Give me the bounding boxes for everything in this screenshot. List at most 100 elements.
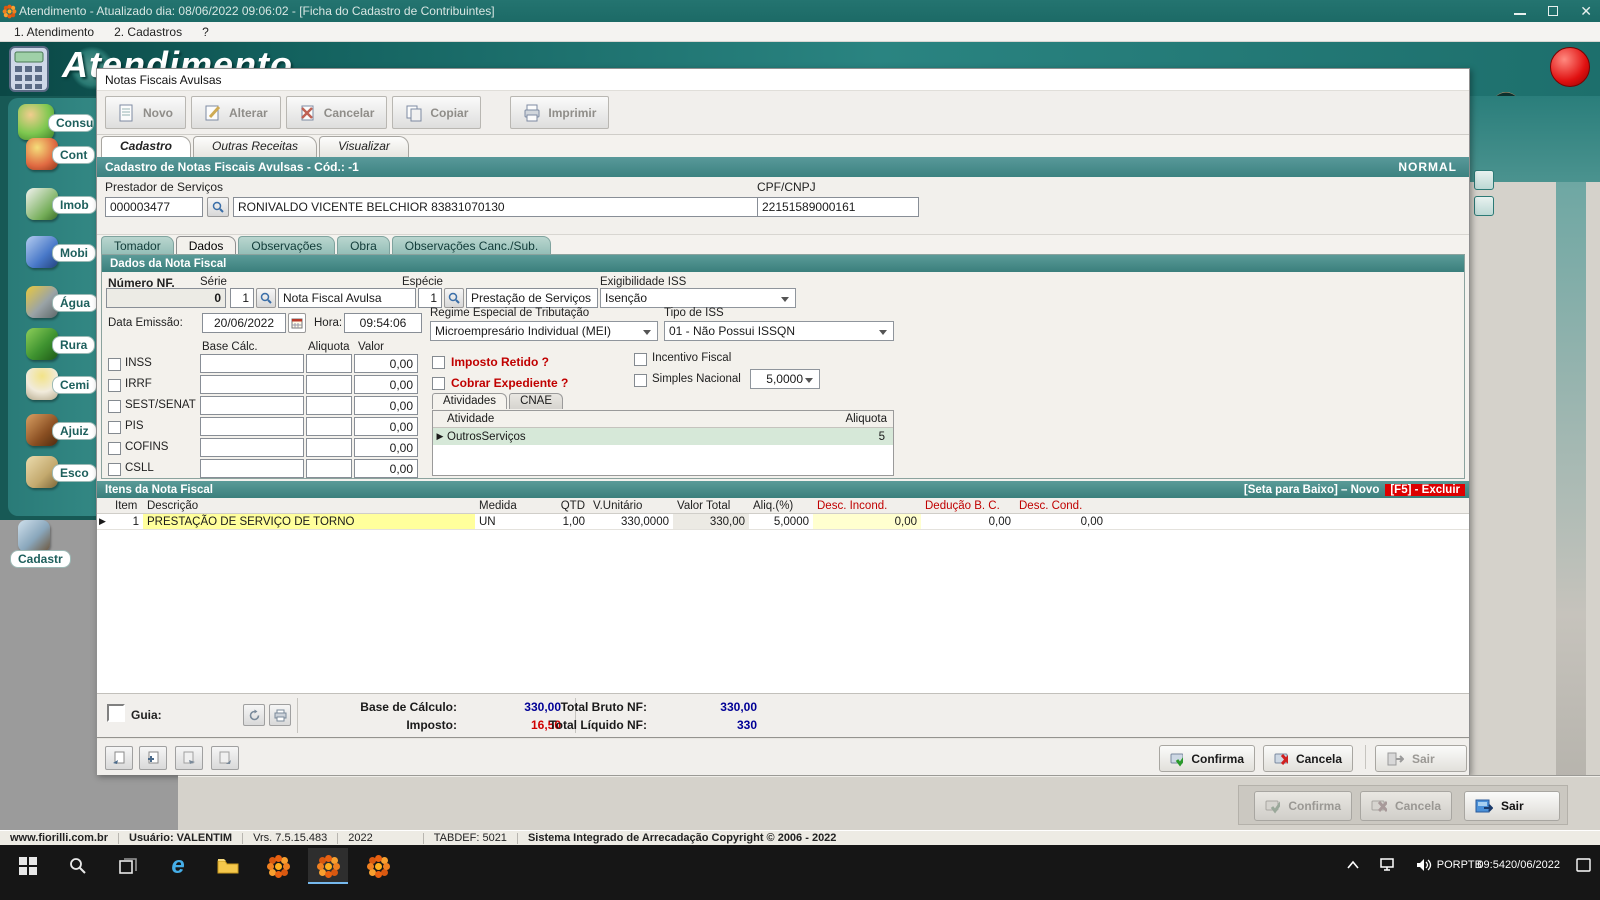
sidebar-item-contribuinte[interactable]: Cont — [0, 138, 100, 178]
minimize-button[interactable] — [1514, 7, 1526, 15]
start-button[interactable] — [8, 848, 48, 884]
pis-aliquota-input[interactable] — [306, 417, 352, 436]
prestador-code-input[interactable]: 000003477 — [105, 197, 203, 217]
csll-valor-input[interactable]: 0,00 — [354, 459, 418, 478]
inss-valor-input[interactable]: 0,00 — [354, 354, 418, 373]
cofins-aliquota-input[interactable] — [306, 438, 352, 457]
tab-observacoes[interactable]: Observações — [238, 236, 335, 255]
file-explorer-button[interactable] — [208, 848, 248, 884]
exit-orb-button[interactable] — [1550, 47, 1590, 87]
tab-cnae[interactable]: CNAE — [509, 393, 563, 409]
serie-input[interactable]: 1 — [230, 288, 254, 308]
sidebar-item-cemiterio[interactable]: Cemi — [0, 368, 100, 408]
hora-input[interactable]: 09:54:06 — [344, 313, 422, 333]
irrf-valor-input[interactable]: 0,00 — [354, 375, 418, 394]
irrf-checkbox[interactable] — [108, 379, 121, 392]
alterar-button[interactable]: Alterar — [191, 96, 281, 129]
regime-select[interactable]: Microempresário Individual (MEI) — [430, 321, 658, 341]
especie-search-button[interactable] — [444, 288, 464, 308]
record-nav-button-4[interactable] — [211, 746, 239, 770]
cpf-cnpj-input[interactable]: 22151589000161 — [757, 197, 919, 217]
fiorilli-app-button-1[interactable] — [258, 848, 298, 884]
atividade-row[interactable]: ▶ OutrosServiços 5 — [433, 428, 893, 445]
close-button[interactable]: ✕ — [1580, 3, 1592, 20]
irrf-base-input[interactable] — [200, 375, 304, 394]
numero-nf-input[interactable]: 0 — [106, 288, 226, 308]
taskbar-search-button[interactable] — [58, 848, 98, 884]
prestador-search-button[interactable] — [207, 197, 229, 217]
inss-aliquota-input[interactable] — [306, 354, 352, 373]
serie-desc-input[interactable]: Nota Fiscal Avulsa — [278, 288, 416, 308]
task-view-button[interactable] — [108, 848, 148, 884]
quick-list-icon[interactable] — [1474, 196, 1494, 216]
tipo-iss-select[interactable]: 01 - Não Possui ISSQN — [664, 321, 894, 341]
refresh-guia-button[interactable] — [243, 704, 265, 726]
csll-base-input[interactable] — [200, 459, 304, 478]
imprimir-button[interactable]: Imprimir — [510, 96, 609, 129]
csll-aliquota-input[interactable] — [306, 459, 352, 478]
fiorilli-app-button-3[interactable] — [358, 848, 398, 884]
imposto-retido-checkbox[interactable] — [432, 356, 445, 369]
tray-chevron-button[interactable] — [1346, 845, 1360, 885]
irrf-aliquota-input[interactable] — [306, 375, 352, 394]
menu-atendimento[interactable]: 1. Atendimento — [6, 24, 102, 40]
tab-cadastro[interactable]: Cadastro — [101, 136, 191, 157]
pis-checkbox[interactable] — [108, 421, 121, 434]
prestador-name-input[interactable]: RONIVALDO VICENTE BELCHIOR 83831070130 — [233, 197, 765, 217]
simples-nacional-checkbox[interactable] — [634, 374, 647, 387]
record-nav-button-3[interactable] — [175, 746, 203, 770]
sidebar-item-ajuizamento[interactable]: Ajuiz — [0, 414, 100, 454]
sidebar-item-agua[interactable]: Água — [0, 286, 100, 326]
simples-aliquota-select[interactable]: 5,0000 — [750, 369, 820, 389]
outer-cancela-button[interactable]: Cancela — [1360, 791, 1452, 821]
tab-dados[interactable]: Dados — [176, 236, 237, 255]
confirma-button[interactable]: Confirma — [1159, 745, 1255, 772]
incentivo-fiscal-checkbox[interactable] — [634, 353, 647, 366]
inss-checkbox[interactable] — [108, 358, 121, 371]
sidebar-item-cadastro[interactable]: Cadastr — [0, 520, 100, 560]
sest-senat-valor-input[interactable]: 0,00 — [354, 396, 418, 415]
tab-visualizar[interactable]: Visualizar — [319, 136, 409, 157]
tab-atividades[interactable]: Atividades — [432, 393, 507, 409]
csll-checkbox[interactable] — [108, 463, 121, 476]
calendar-button[interactable] — [288, 313, 306, 333]
pis-valor-input[interactable]: 0,00 — [354, 417, 418, 436]
volume-tray-button[interactable] — [1416, 845, 1434, 885]
notification-center-button[interactable] — [1576, 845, 1592, 885]
sidebar-item-imobiliario[interactable]: Imob — [0, 188, 100, 228]
sest-senat-aliquota-input[interactable] — [306, 396, 352, 415]
sidebar-item-rural[interactable]: Rura — [0, 328, 100, 368]
maximize-button[interactable] — [1548, 6, 1558, 16]
tab-obra[interactable]: Obra — [337, 236, 390, 255]
cofins-checkbox[interactable] — [108, 442, 121, 455]
especie-input[interactable]: 1 — [418, 288, 442, 308]
tab-tomador[interactable]: Tomador — [101, 236, 174, 255]
language-indicator[interactable]: POR PTB — [1437, 845, 1482, 885]
cofins-base-input[interactable] — [200, 438, 304, 457]
record-nav-button-1[interactable] — [105, 746, 133, 770]
item-row[interactable]: ▶ 1 PRESTAÇÃO DE SERVIÇO DE TORNO UN 1,0… — [97, 514, 1469, 530]
cofins-valor-input[interactable]: 0,00 — [354, 438, 418, 457]
quick-grid-icon[interactable] — [1474, 170, 1494, 190]
tab-outras-receitas[interactable]: Outras Receitas — [193, 136, 317, 157]
data-emissao-input[interactable]: 20/06/2022 — [202, 313, 286, 333]
serie-search-button[interactable] — [256, 288, 276, 308]
sidebar-item-escola[interactable]: Esco — [0, 456, 100, 496]
network-tray-button[interactable] — [1380, 845, 1398, 885]
especie-desc-input[interactable]: Prestação de Serviços — [466, 288, 598, 308]
guia-checkbox[interactable] — [107, 704, 125, 722]
copiar-button[interactable]: Copiar — [392, 96, 481, 129]
outer-confirma-button[interactable]: Confirma — [1254, 791, 1352, 821]
sidebar-item-mobiliario[interactable]: Mobi — [0, 236, 100, 276]
cancela-button[interactable]: Cancela — [1263, 745, 1353, 772]
edge-browser-button[interactable]: e — [158, 848, 198, 884]
clock-indicator[interactable]: 09:54 20/06/2022 — [1477, 845, 1560, 885]
cancelar-button[interactable]: Cancelar — [286, 96, 388, 129]
sair-button[interactable]: Sair — [1375, 745, 1467, 772]
record-nav-button-2[interactable] — [139, 746, 167, 770]
exigibilidade-select[interactable]: Isenção — [600, 288, 796, 308]
sest-senat-base-input[interactable] — [200, 396, 304, 415]
print-guia-button[interactable] — [269, 704, 291, 726]
menu-cadastros[interactable]: 2. Cadastros — [106, 24, 190, 40]
inss-base-input[interactable] — [200, 354, 304, 373]
